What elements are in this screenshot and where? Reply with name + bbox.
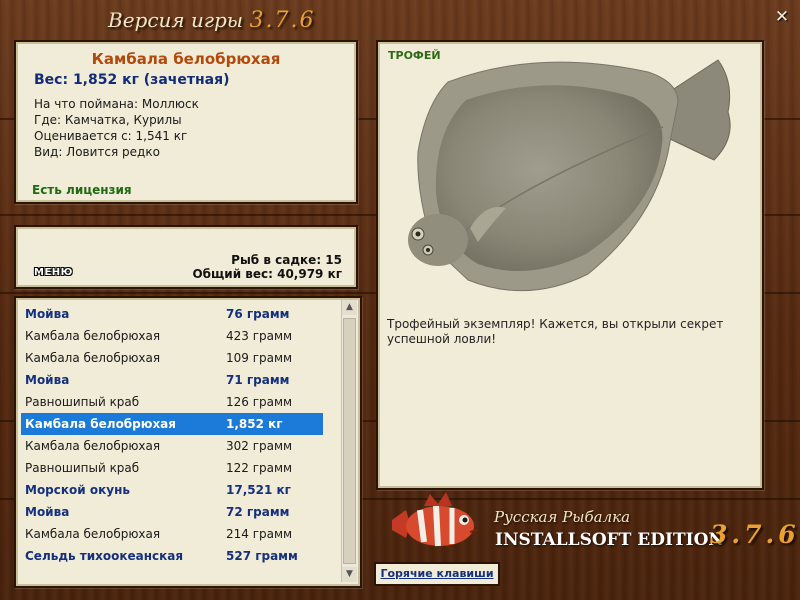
fish-bait: На что поймана: Моллюск [34, 97, 199, 111]
catch-fish-name: Равношипый краб [25, 395, 140, 409]
cage-total-weight: Общий вес: 40,979 кг [192, 267, 342, 281]
scroll-down-icon[interactable]: ▼ [342, 567, 357, 582]
menu-button[interactable]: МЕНЮ [34, 267, 73, 278]
fish-location: Где: Камчатка, Курилы [34, 113, 182, 127]
catch-fish-name: Мойва [25, 505, 70, 519]
catch-fish-weight: 1,852 кг [226, 417, 283, 431]
catch-fish-weight: 17,521 кг [226, 483, 291, 497]
catch-fish-weight: 71 грамм [226, 373, 290, 387]
fish-info-panel: Камбала белобрюхая Вес: 1,852 кг (зачетн… [14, 40, 358, 204]
catch-list-item[interactable]: Камбала белобрюхая 109 грамм [21, 347, 323, 369]
catch-fish-name: Морской окунь [25, 483, 130, 497]
catch-fish-weight: 72 грамм [226, 505, 290, 519]
license-status: Есть лицензия [32, 183, 132, 197]
catch-list-item[interactable]: Камбала белобрюхая 1,852 кг [21, 413, 323, 435]
logo-fish-icon [392, 492, 479, 547]
catch-list-panel: Мойва 76 грамм Камбала белобрюхая 423 грамм… [14, 296, 362, 588]
catch-fish-name: Сельдь тихоокеанская [25, 549, 184, 563]
catch-fish-name: Мойва [25, 307, 70, 321]
catch-fish-weight: 527 грамм [226, 549, 298, 563]
catch-fish-weight: 423 грамм [226, 329, 293, 343]
catch-fish-name: Мойва [25, 373, 70, 387]
catch-fish-weight: 109 грамм [226, 351, 293, 365]
fish-weight: Вес: 1,852 кг (зачетная) [34, 72, 230, 88]
catch-fish-name: Камбала белобрюхая [25, 329, 161, 343]
catch-fish-name: Равношипый краб [25, 461, 140, 475]
fish-kind: Вид: Ловится редко [34, 145, 160, 159]
flounder-image [408, 59, 731, 292]
catch-fish-name: Камбала белобрюхая [25, 527, 161, 541]
close-icon[interactable]: ✕ [773, 8, 791, 26]
catch-list-item[interactable]: Равношипый краб 122 грамм [21, 457, 323, 479]
trophy-panel: ТРОФЕЙ Трофейный экземпляр! Кажется, вы … [376, 40, 764, 490]
catch-fish-name: Камбала белобрюхая [25, 439, 161, 453]
fish-rated-from: Оценивается с: 1,541 кг [34, 129, 188, 143]
brand-edition: INSTALLSOFT EDITION [495, 530, 724, 550]
window-title-text: Версия игры [108, 8, 244, 32]
catch-fish-weight: 214 грамм [226, 527, 293, 541]
catch-fish-name: Камбала белобрюхая [25, 351, 161, 365]
brand-version: 3.7.6 [710, 520, 800, 549]
catch-list-item[interactable]: Морской окунь 17,521 кг [21, 479, 323, 501]
trophy-description: Трофейный экземпляр! Кажется, вы открыли… [387, 317, 724, 346]
hotkeys-button[interactable]: Горячие клавиши [374, 562, 500, 586]
catch-fish-name: Камбала белобрюхая [25, 417, 176, 431]
catch-fish-weight: 76 грамм [226, 307, 290, 321]
catch-list-item[interactable]: Камбала белобрюхая 302 грамм [21, 435, 323, 457]
catch-list-item[interactable]: Равношипый краб 126 грамм [21, 391, 323, 413]
catch-list-item[interactable]: Камбала белобрюхая 214 грамм [21, 523, 323, 545]
catch-fish-weight: 122 грамм [226, 461, 293, 475]
catch-list-item[interactable]: Мойва 76 грамм [21, 303, 323, 325]
window-title-version: 3.7.6 [249, 8, 316, 33]
catch-list-item[interactable]: Камбала белобрюхая 423 грамм [21, 325, 323, 347]
window-title: Версия игры 3.7.6 [108, 8, 315, 33]
brand-title: Русская Рыбалка [494, 508, 631, 526]
cage-fish-count: Рыб в садке: 15 [231, 253, 342, 267]
catch-list-item[interactable]: Мойва 72 грамм [21, 501, 323, 523]
catch-list-scrollbar[interactable]: ▲ ▼ [341, 300, 357, 582]
catch-list-item[interactable]: Сельдь тихоокеанская 527 грамм [21, 545, 323, 567]
cage-panel: Рыб в садке: 15 Общий вес: 40,979 кг МЕН… [14, 225, 358, 289]
fish-name: Камбала белобрюхая [91, 50, 281, 68]
catch-list-item[interactable]: Мойва 71 грамм [21, 369, 323, 391]
scrollbar-thumb[interactable] [343, 318, 356, 564]
scroll-up-icon[interactable]: ▲ [342, 300, 357, 315]
catch-fish-weight: 126 грамм [226, 395, 293, 409]
catch-fish-weight: 302 грамм [226, 439, 293, 453]
